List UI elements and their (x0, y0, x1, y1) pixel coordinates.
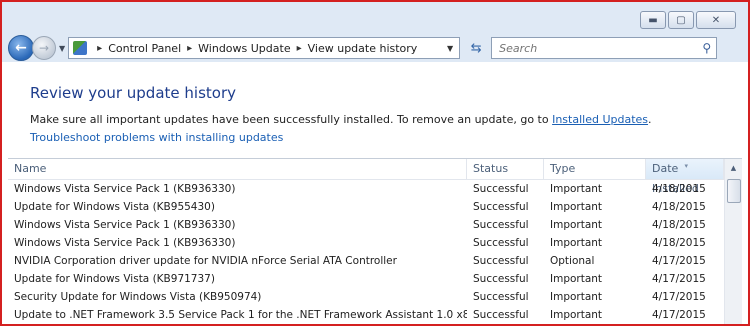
search-icon[interactable]: ⚲ (702, 41, 711, 55)
cell-type: Important (550, 273, 603, 285)
cell-status: Successful (473, 219, 529, 231)
page-description: Make sure all important updates have bee… (30, 113, 652, 126)
cell-type: Important (550, 201, 603, 213)
table-row[interactable]: Windows Vista Service Pack 1 (KB936330) S… (8, 216, 724, 234)
recent-pages-dropdown[interactable]: ▼ (59, 44, 65, 53)
maximize-button[interactable]: ▢ (668, 11, 694, 29)
refresh-button[interactable]: ⇆ (464, 36, 488, 60)
cell-name: Windows Vista Service Pack 1 (KB936330) (14, 183, 236, 195)
description-text: Make sure all important updates have bee… (30, 113, 553, 126)
troubleshoot-link[interactable]: Troubleshoot problems with installing up… (30, 131, 283, 144)
table-row[interactable]: Security Update for Windows Vista (KB950… (8, 288, 724, 306)
breadcrumb-control-panel[interactable]: Control Panel (108, 42, 181, 55)
minimize-icon: ▬ (648, 14, 658, 26)
cell-type: Important (550, 183, 603, 195)
cell-status: Successful (473, 291, 529, 303)
column-header-date-installed[interactable]: ▾ Date Installed (646, 159, 724, 195)
cell-type: Optional (550, 255, 595, 267)
table-row[interactable]: Update to .NET Framework 3.5 Service Pac… (8, 306, 724, 324)
cell-name: Update for Windows Vista (KB955430) (14, 201, 215, 213)
scrollbar-thumb[interactable] (727, 179, 741, 203)
cell-name: Windows Vista Service Pack 1 (KB936330) (14, 219, 236, 231)
back-button[interactable]: ← (8, 35, 34, 61)
breadcrumb-view-update-history[interactable]: View update history (308, 42, 418, 55)
table-row[interactable]: Update for Windows Vista (KB955430) Succe… (8, 198, 724, 216)
cell-status: Successful (473, 183, 529, 195)
cell-status: Successful (473, 273, 529, 285)
cell-name: Windows Vista Service Pack 1 (KB936330) (14, 237, 236, 249)
cell-date: 4/17/2015 (652, 255, 706, 267)
table-body: Windows Vista Service Pack 1 (KB936330) S… (8, 180, 724, 324)
minimize-button[interactable]: ▬ (640, 11, 666, 29)
control-panel-icon (73, 41, 88, 55)
cell-date: 4/18/2015 (652, 237, 706, 249)
cell-date: 4/18/2015 (652, 183, 706, 195)
navigation-bar: ← → ▼ ▸ Control Panel ▸ Windows Update ▸… (8, 35, 742, 61)
forward-arrow-icon: → (38, 41, 50, 55)
cell-status: Successful (473, 237, 529, 249)
search-box[interactable]: ⚲ (491, 37, 718, 59)
sort-indicator-icon: ▾ (684, 162, 689, 170)
scroll-up-icon[interactable]: ▲ (725, 159, 742, 176)
cell-date: 4/18/2015 (652, 219, 706, 231)
cell-date: 4/17/2015 (652, 291, 706, 303)
column-header-status[interactable]: Status (467, 159, 544, 179)
description-period: . (648, 113, 652, 126)
update-history-table: Name Status Type ▾ Date Installed Windows… (8, 158, 742, 324)
table-row[interactable]: Windows Vista Service Pack 1 (KB936330) S… (8, 234, 724, 252)
chevron-right-icon[interactable]: ▸ (187, 43, 192, 54)
table-header: Name Status Type ▾ Date Installed (8, 159, 742, 195)
cell-name: Security Update for Windows Vista (KB950… (14, 291, 262, 303)
back-arrow-icon: ← (15, 40, 27, 56)
chevron-down-icon[interactable]: ▼ (447, 44, 453, 53)
cell-date: 4/18/2015 (652, 201, 706, 213)
cell-type: Important (550, 291, 603, 303)
cell-name: NVIDIA Corporation driver update for NVI… (14, 255, 397, 267)
cell-status: Successful (473, 255, 529, 267)
chevron-right-icon[interactable]: ▸ (97, 43, 102, 54)
cell-type: Important (550, 219, 603, 231)
explorer-window: ▬ ▢ ✕ ← → ▼ ▸ Control Panel ▸ Windows Up… (0, 0, 750, 326)
cell-date: 4/17/2015 (652, 273, 706, 285)
page-title: Review your update history (30, 84, 236, 102)
search-input[interactable] (497, 40, 692, 56)
cell-name: Update for Windows Vista (KB971737) (14, 273, 215, 285)
table-row[interactable]: Update for Windows Vista (KB971737) Succe… (8, 270, 724, 288)
column-header-type[interactable]: Type (544, 159, 646, 179)
breadcrumb-windows-update[interactable]: Windows Update (198, 42, 290, 55)
cell-type: Important (550, 237, 603, 249)
close-button[interactable]: ✕ (696, 11, 736, 29)
vertical-scrollbar[interactable]: ▲ (724, 159, 742, 324)
table-row[interactable]: NVIDIA Corporation driver update for NVI… (8, 252, 724, 270)
column-header-name[interactable]: Name (8, 159, 467, 179)
cell-status: Successful (473, 201, 529, 213)
cell-status: Successful (473, 309, 529, 321)
cell-type: Important (550, 309, 603, 321)
forward-button[interactable]: → (32, 36, 56, 60)
close-icon: ✕ (711, 14, 721, 26)
installed-updates-link[interactable]: Installed Updates (552, 113, 648, 126)
address-bar[interactable]: ▸ Control Panel ▸ Windows Update ▸ View … (68, 37, 461, 59)
cell-name: Update to .NET Framework 3.5 Service Pac… (14, 309, 467, 321)
main-content: Review your update history Make sure all… (8, 64, 742, 324)
table-row[interactable]: Windows Vista Service Pack 1 (KB936330) S… (8, 180, 724, 198)
cell-date: 4/17/2015 (652, 309, 706, 321)
caption-buttons: ▬ ▢ ✕ (640, 11, 736, 29)
refresh-icon: ⇆ (470, 40, 482, 56)
chevron-right-icon[interactable]: ▸ (297, 43, 302, 54)
maximize-icon: ▢ (676, 14, 686, 26)
